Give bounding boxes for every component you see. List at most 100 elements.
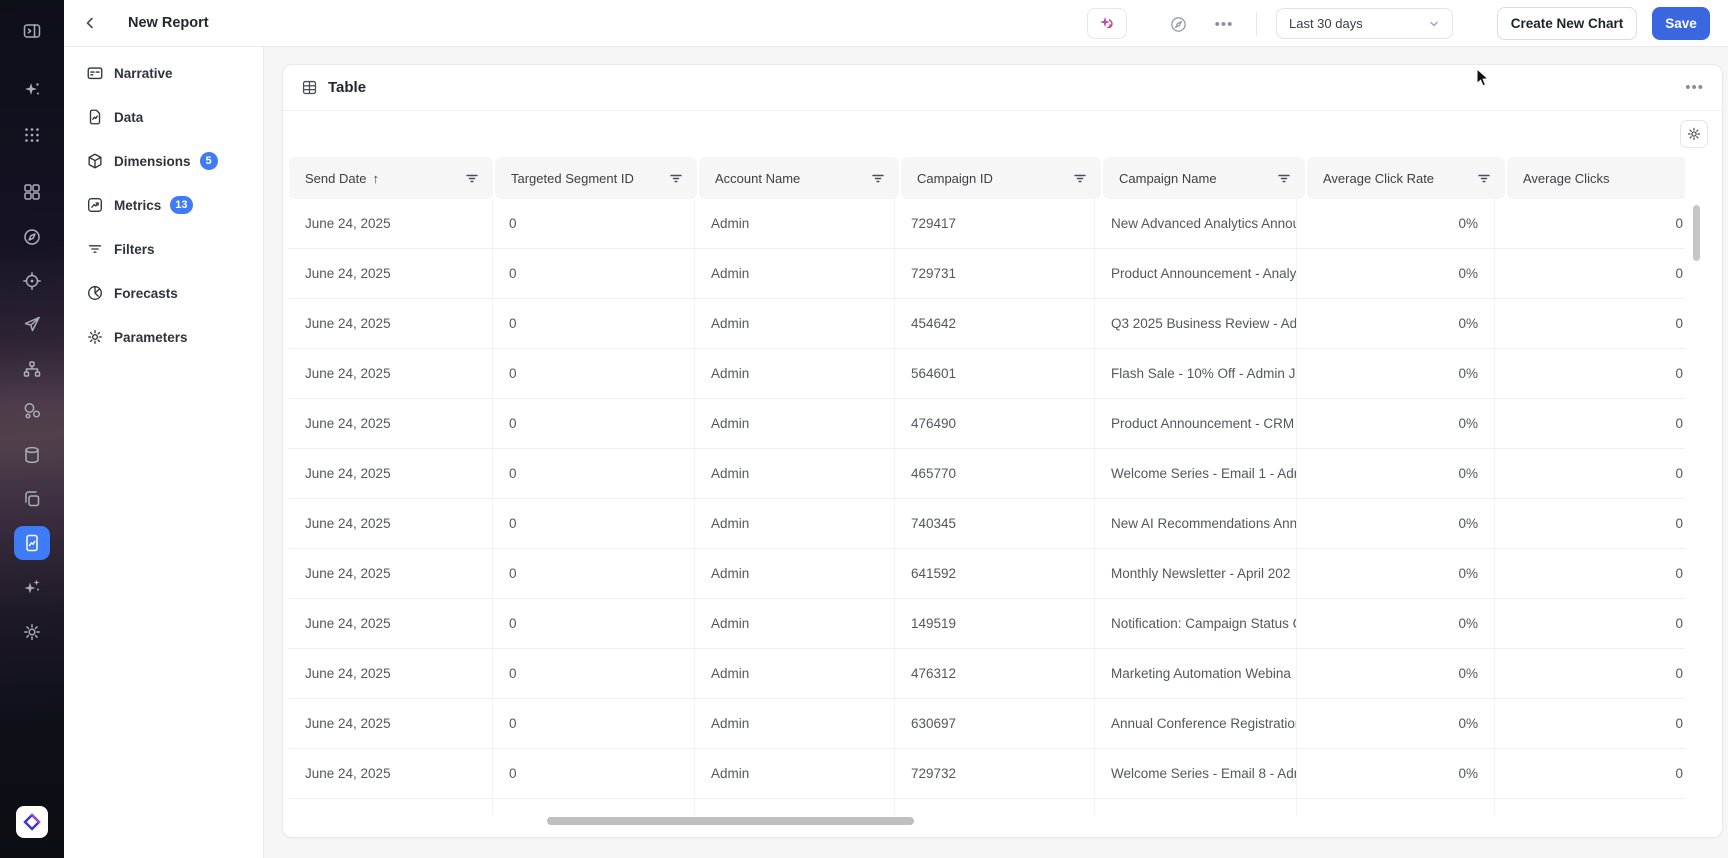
- column-header-targeted-segment-id[interactable]: Targeted Segment ID: [495, 157, 697, 199]
- table-settings-button[interactable]: [1680, 120, 1708, 148]
- report-document-icon[interactable]: [14, 526, 50, 560]
- table-toolbar: [283, 111, 1722, 157]
- forecast-pie-icon: [88, 286, 102, 300]
- save-button[interactable]: Save: [1652, 7, 1710, 40]
- cell-average-clicks: [1495, 799, 1685, 815]
- table-row[interactable]: June 24, 2025 0 Admin 476490 Product Ann…: [289, 399, 1685, 449]
- filter-icon[interactable]: [1269, 171, 1291, 185]
- table-row[interactable]: June 24, 2025 0 Admin 729732 Welcome Ser…: [289, 749, 1685, 799]
- column-header-send-date[interactable]: Send Date ↑: [289, 157, 493, 199]
- table-row[interactable]: June 24, 2025 0 Admin 564601 Flash Sale …: [289, 349, 1685, 399]
- sidebar-item-parameters[interactable]: Parameters: [64, 315, 263, 359]
- ai-assist-button[interactable]: [1087, 8, 1127, 39]
- table-grid-icon: [302, 80, 317, 95]
- sidebar-item-metrics[interactable]: Metrics 13: [64, 183, 263, 227]
- cell-average-clicks: 0: [1675, 316, 1683, 331]
- cell-targeted-segment-id: 0: [493, 649, 695, 698]
- sidebar-item-forecasts[interactable]: Forecasts: [64, 271, 263, 315]
- dimensions-count-badge: 5: [199, 152, 218, 170]
- column-header-campaign-id[interactable]: Campaign ID: [901, 157, 1101, 199]
- sort-asc-icon[interactable]: ↑: [372, 171, 379, 186]
- copy-pages-icon[interactable]: [14, 482, 50, 516]
- dashboard-icon[interactable]: [14, 175, 50, 209]
- cell-send-date: June 24, 2025: [289, 649, 493, 698]
- cell-average-clicks: 0: [1675, 266, 1683, 281]
- database-icon[interactable]: [14, 438, 50, 472]
- chevron-down-icon: [1430, 21, 1438, 26]
- cell-average-clicks: 0: [1675, 366, 1683, 381]
- cell-average-clicks: 0: [1675, 566, 1683, 581]
- back-button[interactable]: [77, 10, 103, 36]
- cell-average-clicks: 0: [1675, 466, 1683, 481]
- sidebar-item-label: Data: [114, 109, 144, 125]
- cell-targeted-segment-id: 0: [493, 749, 695, 798]
- table-row[interactable]: June 24, 2025 0 Admin 465770 Welcome Ser…: [289, 449, 1685, 499]
- cell-targeted-segment-id: 0: [493, 499, 695, 548]
- cell-targeted-segment-id: 0: [493, 199, 695, 248]
- send-icon[interactable]: [14, 307, 50, 341]
- cell-average-click-rate: 0%: [1297, 449, 1495, 498]
- cell-average-click-rate: 0%: [1297, 399, 1495, 448]
- icon-rail: [0, 0, 64, 858]
- cell-average-click-rate: 0%: [1297, 349, 1495, 398]
- compass-icon[interactable]: [14, 220, 50, 254]
- sidebar-item-data[interactable]: Data: [64, 95, 263, 139]
- filter-icon[interactable]: [457, 171, 479, 185]
- horizontal-scrollbar[interactable]: [547, 817, 914, 825]
- cell-campaign-id: 476312: [895, 649, 1095, 698]
- ai-sparkle-icon[interactable]: [14, 73, 50, 107]
- column-header-account-name[interactable]: Account Name: [699, 157, 899, 199]
- sparkle-icon[interactable]: [14, 570, 50, 604]
- apps-grid-icon[interactable]: [14, 118, 50, 152]
- cell-campaign-name: Monthly Newsletter - April 202: [1095, 549, 1297, 598]
- cell-campaign-name: Welcome Series - Email 8 - Adm: [1095, 749, 1297, 798]
- cell-campaign-name: Product Announcement - CRM: [1095, 399, 1297, 448]
- column-header-campaign-name[interactable]: Campaign Name: [1103, 157, 1305, 199]
- cell-campaign-id: 729417: [895, 199, 1095, 248]
- table-row[interactable]: June 24, 2025 0 Admin 740345 New AI Reco…: [289, 499, 1685, 549]
- metrics-count-badge: 13: [170, 196, 193, 214]
- filter-icon[interactable]: [1677, 171, 1685, 185]
- target-icon[interactable]: [14, 264, 50, 298]
- vertical-scrollbar[interactable]: [1693, 205, 1700, 261]
- column-header-average-clicks[interactable]: Average Clicks: [1507, 157, 1685, 199]
- table-panel: Table ••• Send Date ↑ Targeted Segment I…: [282, 64, 1723, 838]
- table-row[interactable]: June 24, 2025 0 Admin 630697 Annual Conf…: [289, 699, 1685, 749]
- sidebar-item-narrative[interactable]: Narrative: [64, 51, 263, 95]
- filter-icon[interactable]: [1065, 171, 1087, 185]
- sidebar-item-label: Narrative: [114, 65, 173, 81]
- cell-average-click-rate: [1297, 799, 1495, 815]
- table-row[interactable]: June 24, 2025 0 Admin 454642 Q3 2025 Bus…: [289, 299, 1685, 349]
- time-range-select[interactable]: Last 30 days: [1276, 8, 1453, 39]
- cell-campaign-id: 476490: [895, 399, 1095, 448]
- sidebar-item-filters[interactable]: Filters: [64, 227, 263, 271]
- table-row[interactable]: June 24, 2025 0 Admin 149519 Notificatio…: [289, 599, 1685, 649]
- table-row[interactable]: June 24, 2025 0 Admin 729417 New Advance…: [289, 199, 1685, 249]
- table-row[interactable]: [289, 799, 1685, 815]
- explore-compass-icon[interactable]: [1164, 10, 1192, 38]
- column-header-average-click-rate[interactable]: Average Click Rate: [1307, 157, 1505, 199]
- cell-send-date: June 24, 2025: [289, 349, 493, 398]
- sidebar-toggle-icon[interactable]: [14, 14, 50, 48]
- header-more-button[interactable]: •••: [1210, 10, 1238, 38]
- create-new-chart-button[interactable]: Create New Chart: [1497, 7, 1637, 40]
- app-logo[interactable]: [16, 806, 48, 838]
- filter-icon[interactable]: [661, 171, 683, 185]
- sidebar-item-dimensions[interactable]: Dimensions 5: [64, 139, 263, 183]
- cell-average-click-rate: 0%: [1297, 249, 1495, 298]
- cell-campaign-id: [895, 799, 1095, 815]
- cell-account-name: Admin: [695, 299, 895, 348]
- panel-more-button[interactable]: •••: [1685, 79, 1704, 96]
- table-row[interactable]: June 24, 2025 0 Admin 476312 Marketing A…: [289, 649, 1685, 699]
- table-row[interactable]: June 24, 2025 0 Admin 729731 Product Ann…: [289, 249, 1685, 299]
- sitemap-icon[interactable]: [14, 352, 50, 386]
- table-row[interactable]: June 24, 2025 0 Admin 641592 Monthly New…: [289, 549, 1685, 599]
- settings-gear-icon[interactable]: [14, 615, 50, 649]
- filter-icon[interactable]: [863, 171, 885, 185]
- cube-icon: [88, 153, 102, 169]
- cell-account-name: Admin: [695, 649, 895, 698]
- cell-send-date: June 24, 2025: [289, 449, 493, 498]
- cell-average-clicks: 0: [1675, 516, 1683, 531]
- filter-icon[interactable]: [1469, 171, 1491, 185]
- bubbles-icon[interactable]: [14, 394, 50, 428]
